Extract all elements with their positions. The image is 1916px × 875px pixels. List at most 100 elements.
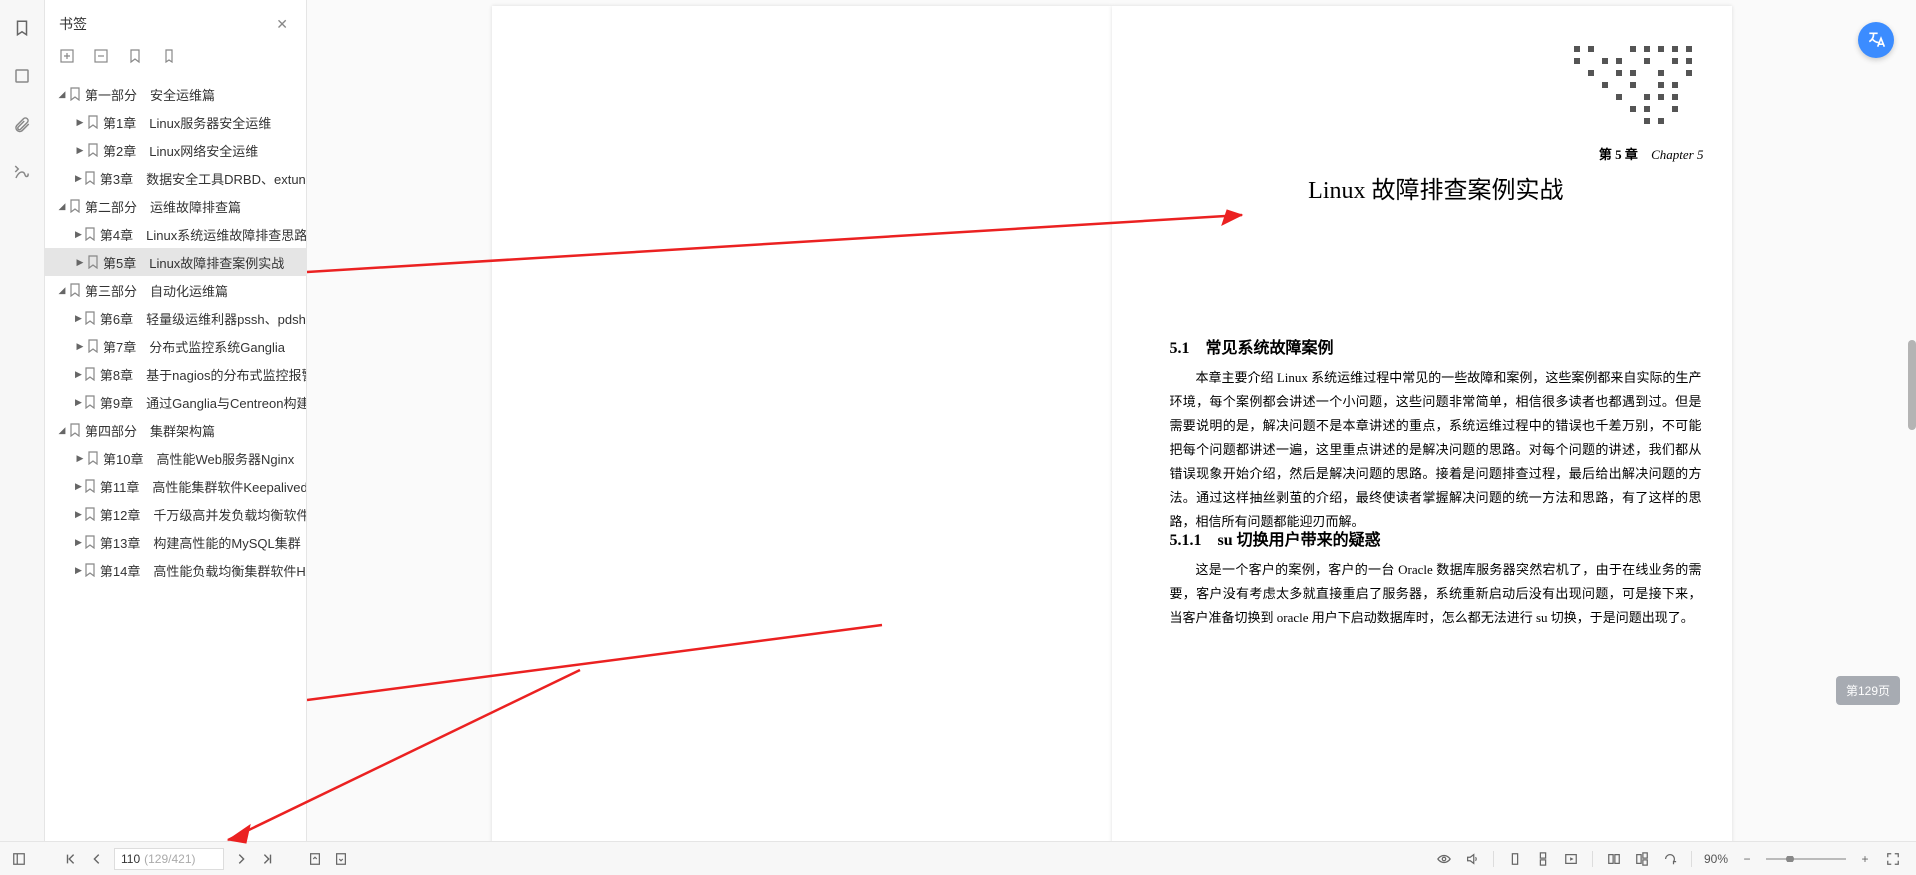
tree-arrow-icon[interactable]: ◢	[57, 425, 67, 436]
two-page-icon[interactable]	[1605, 850, 1623, 868]
bookmark-chapter[interactable]: ▶第7章 分布式监控系统Ganglia	[45, 332, 306, 360]
eye-icon[interactable]	[1435, 850, 1453, 868]
bookmark-item-icon	[69, 199, 81, 213]
bookmark-label: 第二部分 运维故障排查篇	[85, 197, 241, 216]
bookmark-label: 第三部分 自动化运维篇	[85, 281, 228, 300]
signature-rail-icon[interactable]	[12, 162, 32, 182]
bookmark-part[interactable]: ◢ 第二部分 运维故障排查篇	[45, 192, 306, 220]
bookmark-chapter[interactable]: ▶ 第11章 高性能集群软件Keepalived	[45, 472, 306, 500]
bookmark-chapter[interactable]: ▶ 第8章 基于nagios的分布式监控报警	[45, 360, 306, 388]
bookmark-part[interactable]: ◢第一部分 安全运维篇	[45, 80, 306, 108]
bookmark-chapter[interactable]: ▶ 第4章 Linux系统运维故障排查思路	[45, 220, 306, 248]
bookmarks-toolbar	[45, 48, 306, 76]
bookmark-item-icon	[87, 451, 99, 465]
bookmark-label: 第12章 千万级高并发负载均衡软件	[100, 505, 306, 524]
chapter-decorative-dots	[1574, 46, 1704, 141]
tree-arrow-icon[interactable]: ◢	[57, 285, 67, 296]
bookmark-label: 第13章 构建高性能的MySQL集群	[100, 533, 301, 552]
bookmark-item-icon	[84, 367, 96, 381]
collapse-all-icon[interactable]	[93, 48, 109, 64]
panel-toggle-icon[interactable]	[10, 850, 28, 868]
close-icon[interactable]: ✕	[276, 16, 288, 33]
tree-arrow-icon[interactable]: ▶	[75, 565, 82, 576]
bookmark-icon[interactable]	[161, 48, 177, 64]
bookmarks-title: 书签	[59, 14, 87, 34]
expand-all-icon[interactable]	[59, 48, 75, 64]
bookmark-item-icon	[84, 171, 96, 185]
bookmark-label: 第8章 基于nagios的分布式监控报警	[100, 365, 306, 384]
tree-arrow-icon[interactable]: ▶	[75, 481, 82, 492]
bookmark-item-icon	[69, 87, 81, 101]
tree-arrow-icon[interactable]: ▶	[75, 145, 85, 156]
read-aloud-icon[interactable]	[1463, 850, 1481, 868]
bottom-toolbar: 110 (129/421) 90% − +	[0, 841, 1916, 875]
bookmark-chapter[interactable]: ▶ 第12章 千万级高并发负载均衡软件	[45, 500, 306, 528]
prev-page-button[interactable]	[88, 850, 106, 868]
tree-arrow-icon[interactable]: ▶	[75, 537, 82, 548]
bookmark-chapter[interactable]: ▶第1章 Linux服务器安全运维	[45, 108, 306, 136]
tree-arrow-icon[interactable]: ▶	[75, 313, 82, 324]
bookmark-chapter[interactable]: ▶ 第6章 轻量级运维利器pssh、pdsh	[45, 304, 306, 332]
bookmark-label: 第6章 轻量级运维利器pssh、pdsh	[100, 309, 306, 328]
bookmark-label: 第4章 Linux系统运维故障排查思路	[100, 225, 306, 244]
bookmark-item-icon	[84, 311, 96, 325]
scrollbar-thumb[interactable]	[1908, 340, 1916, 430]
page-input[interactable]: 110 (129/421)	[114, 848, 224, 870]
zoom-in-button[interactable]: +	[1856, 850, 1874, 868]
bookmark-part[interactable]: ◢ 第三部分 自动化运维篇	[45, 276, 306, 304]
bookmark-item-icon	[84, 227, 96, 241]
tree-arrow-icon[interactable]: ▶	[75, 257, 85, 268]
fit-page-icon[interactable]	[306, 850, 324, 868]
bookmark-chapter[interactable]: ▶ 第13章 构建高性能的MySQL集群	[45, 528, 306, 556]
bookmark-chapter[interactable]: ▶第14章 高性能负载均衡集群软件HAProxy	[45, 556, 306, 584]
section-heading-5-1-1: 5.1.1 su 切换用户带来的疑惑	[1170, 526, 1381, 550]
bookmarks-tree: ◢第一部分 安全运维篇▶第1章 Linux服务器安全运维▶第2章 Linux网络…	[45, 76, 306, 875]
bookmark-item-icon	[87, 255, 99, 269]
page-left	[492, 6, 1112, 866]
tree-arrow-icon[interactable]: ◢	[57, 201, 67, 212]
translate-bubble-button[interactable]	[1858, 22, 1894, 58]
page-indicator-badge: 第129页	[1836, 676, 1900, 705]
bookmark-chapter[interactable]: ▶第2章 Linux网络安全运维	[45, 136, 306, 164]
bookmark-label: 第10章 高性能Web服务器Nginx	[103, 449, 294, 468]
bookmark-chapter[interactable]: ▶第9章 通过Ganglia与Centreon构建	[45, 388, 306, 416]
tree-arrow-icon[interactable]: ▶	[75, 229, 82, 240]
fit-width-icon[interactable]	[332, 850, 350, 868]
first-page-button[interactable]	[62, 850, 80, 868]
tree-arrow-icon[interactable]: ▶	[75, 509, 82, 520]
add-bookmark-icon[interactable]	[127, 48, 143, 64]
continuous-page-icon[interactable]	[1534, 850, 1552, 868]
tree-arrow-icon[interactable]: ▶	[75, 173, 82, 184]
last-page-button[interactable]	[258, 850, 276, 868]
bookmark-label: 第3章 数据安全工具DRBD、extundelete	[100, 169, 306, 188]
cover-page-icon[interactable]	[1633, 850, 1651, 868]
tree-arrow-icon[interactable]: ◢	[57, 89, 67, 100]
body-paragraph-2: 这是一个客户的案例，客户的一台 Oracle 数据库服务器突然宕机了，由于在线业…	[1170, 558, 1702, 630]
bookmarks-rail-icon[interactable]	[12, 18, 32, 38]
zoom-out-button[interactable]: −	[1738, 850, 1756, 868]
zoom-slider[interactable]	[1766, 856, 1846, 862]
bookmark-item-icon	[69, 283, 81, 297]
slideshow-icon[interactable]	[1562, 850, 1580, 868]
tree-arrow-icon[interactable]: ▶	[75, 341, 85, 352]
attachments-rail-icon[interactable]	[12, 114, 32, 134]
next-page-button[interactable]	[232, 850, 250, 868]
fullscreen-icon[interactable]	[1884, 850, 1902, 868]
tree-arrow-icon[interactable]: ▶	[75, 453, 85, 464]
bookmark-chapter[interactable]: ▶第5章 Linux故障排查案例实战	[45, 248, 306, 276]
bookmark-part[interactable]: ◢第四部分 集群架构篇	[45, 416, 306, 444]
tree-arrow-icon[interactable]: ▶	[75, 369, 82, 380]
thumbnails-rail-icon[interactable]	[12, 66, 32, 86]
bookmark-chapter[interactable]: ▶ 第10章 高性能Web服务器Nginx	[45, 444, 306, 472]
bookmark-item-icon	[84, 479, 96, 493]
bookmark-item-icon	[69, 423, 81, 437]
bookmark-chapter[interactable]: ▶ 第3章 数据安全工具DRBD、extundelete	[45, 164, 306, 192]
single-page-icon[interactable]	[1506, 850, 1524, 868]
page-right: 第 5 章 Chapter 5 Linux 故障排查案例实战 5.1 常见系统故…	[1112, 6, 1732, 866]
bookmark-item-icon	[84, 563, 96, 577]
tree-arrow-icon[interactable]: ▶	[75, 117, 85, 128]
body-paragraph-1: 本章主要介绍 Linux 系统运维过程中常见的一些故障和案例，这些案例都来自实际…	[1170, 366, 1702, 534]
bookmark-label: 第11章 高性能集群软件Keepalived	[100, 477, 306, 496]
tree-arrow-icon[interactable]: ▶	[75, 397, 82, 408]
rotate-icon[interactable]	[1661, 850, 1679, 868]
